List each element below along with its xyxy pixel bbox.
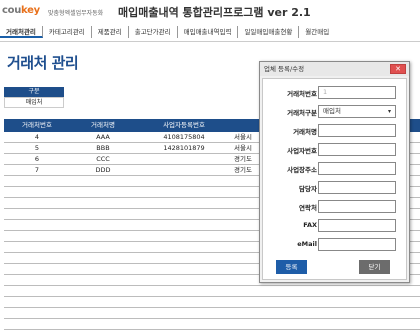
col-header-name[interactable]: 거래처명 [70,119,136,132]
filter-label: 구분 [4,87,64,97]
field-label: 거래처구분 [287,109,317,117]
main-nav: 거래처관리 카테고리관리 제품관리 출고단가관리 매입매출내역입력 일일매입매출… [0,25,420,39]
title-bar: coukey 맞춤형엑셀업무자동화 매입매출내역 통합관리프로그램 ver 2.… [0,0,420,23]
cell-no: 4 [34,133,40,141]
tab-vendor-management[interactable]: 거래처관리 [0,26,43,38]
field-label: 사업자번호 [287,147,317,155]
vendor-type-select[interactable]: 매입처 ▾ [318,105,396,118]
empty-row [4,308,420,319]
phone-input[interactable] [318,200,396,213]
field-label: 연락처 [299,204,317,212]
cell-biz: 4108175804 [163,133,205,141]
slogan: 맞춤형엑셀업무자동화 [48,10,104,17]
field-fax: FAX [263,219,408,233]
tab-monthly[interactable]: 월간매입 [299,26,335,38]
select-value: 매입처 [323,107,341,115]
vendor-name-input[interactable] [318,124,396,137]
col-header-no[interactable]: 거래처번호 [4,119,70,132]
tab-daily-status[interactable]: 일일매입매출현황 [238,26,300,38]
close-icon[interactable]: ✕ [390,64,406,74]
cell-name: CCC [96,155,110,163]
cell-no: 5 [34,144,40,152]
contact-person-input[interactable] [318,181,396,194]
cell-biz: 1428101879 [163,144,205,152]
empty-row [4,297,420,308]
vendor-no-input[interactable]: 1 [318,86,396,99]
page-title: 거래처 관리 [7,54,79,72]
tab-transaction-entry[interactable]: 매입매출내역입력 [178,26,239,38]
field-vendor-no: 거래처번호 1 [263,86,408,100]
cell-name: AAA [96,133,110,141]
cell-biz [136,154,232,164]
empty-row [4,286,420,297]
chevron-down-icon[interactable]: ▾ [385,107,394,116]
field-phone: 연락처 [263,200,408,214]
field-label: 사업장주소 [287,166,317,174]
biz-no-input[interactable] [318,143,396,156]
field-vendor-name: 거래처명 [263,124,408,138]
cell-name: BBB [96,144,110,152]
field-label: 담당자 [299,185,317,193]
cell-no: 6 [34,155,40,163]
empty-row [4,319,420,330]
field-label: 거래처번호 [287,90,317,98]
dialog-body: 거래처번호 1 거래처구분 매입처 ▾ 거래처명 사업자번호 사업장주소 담당자 [262,78,407,280]
field-email: eMail [263,238,408,252]
register-button[interactable]: 등록 [276,260,307,274]
fax-input[interactable] [318,219,396,232]
cell-no: 7 [34,166,40,174]
tab-category-management[interactable]: 카테고리관리 [43,26,92,38]
field-label: 거래처명 [293,128,317,136]
tab-product-management[interactable]: 제품관리 [92,26,129,38]
dialog-title: 업체 등록/수정 [260,62,409,76]
app-title: 매입매출내역 통합관리프로그램 ver 2.1 [118,6,311,19]
logo: coukey [2,5,40,16]
nav-divider [0,41,420,42]
field-vendor-type: 거래처구분 매입처 ▾ [263,105,408,119]
col-header-biz[interactable]: 사업자등록번호 [136,119,232,132]
vendor-edit-dialog: 업체 등록/수정 ✕ 거래처번호 1 거래처구분 매입처 ▾ 거래처명 사업자번… [259,61,410,283]
field-biz-no: 사업자번호 [263,143,408,157]
close-button[interactable]: 닫기 [359,260,390,274]
field-contact-person: 담당자 [263,181,408,195]
address-input[interactable] [318,162,396,175]
field-label: FAX [303,221,317,229]
field-address: 사업장주소 [263,162,408,176]
cell-biz [136,165,232,175]
tab-shipping-price[interactable]: 출고단가관리 [129,26,178,38]
email-input[interactable] [318,238,396,251]
field-label: eMail [297,240,317,248]
cell-name: DDD [95,166,111,174]
filter-dropdown[interactable]: 매입처 [4,97,64,108]
